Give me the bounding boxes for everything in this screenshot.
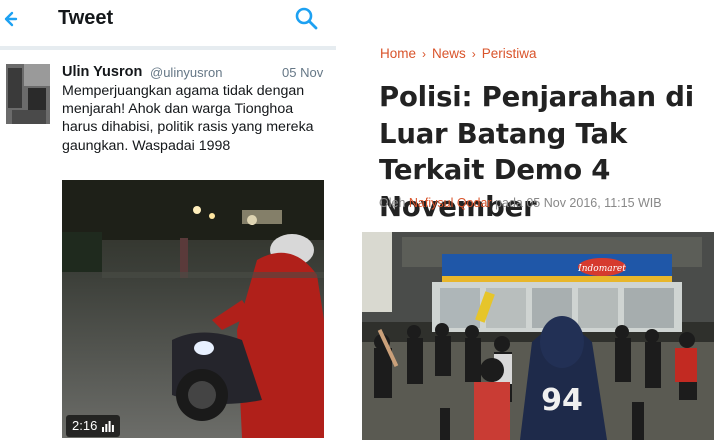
jersey-number: 94 — [541, 383, 583, 418]
article-photo[interactable]: Indomaret 94 — [362, 232, 714, 440]
store-sign-text: Indomaret — [577, 264, 626, 274]
article-panel: Home › News › Peristiwa Polisi: Penjarah… — [346, 0, 720, 443]
breadcrumb: Home › News › Peristiwa — [380, 46, 537, 61]
avatar[interactable] — [6, 64, 50, 124]
header-divider — [0, 46, 336, 50]
breadcrumb-peristiwa[interactable]: Peristiwa — [482, 46, 537, 61]
byline-author[interactable]: Nafiysul Qodar — [409, 196, 492, 210]
breadcrumb-home[interactable]: Home — [380, 46, 416, 61]
tweet-header: Tweet — [0, 0, 336, 44]
tweet-date: 05 Nov — [282, 65, 324, 80]
search-icon[interactable] — [294, 6, 318, 30]
video-bars-icon — [102, 420, 115, 432]
article-byline: Oleh Nafiysul Qodar pada 05 Nov 2016, 11… — [379, 196, 662, 210]
breadcrumb-news[interactable]: News — [432, 46, 466, 61]
breadcrumb-separator-icon: › — [422, 46, 427, 61]
byline-prefix: Oleh — [379, 196, 406, 210]
page-title: Tweet — [58, 7, 114, 29]
author-name[interactable]: Ulin Yusron — [62, 64, 142, 80]
video-duration: 2:16 — [66, 415, 121, 437]
tweet-text: Memperjuangkan agama tidak dengan menjar… — [62, 83, 314, 154]
author-handle[interactable]: @ulinyusron — [150, 65, 222, 80]
byline-date: pada 05 Nov 2016, 11:15 WIB — [495, 196, 662, 210]
article-top-bar — [346, 0, 720, 30]
back-arrow-icon[interactable] — [4, 10, 20, 28]
video-thumbnail[interactable] — [62, 180, 324, 438]
tweet-panel: Tweet Ulin Yusron @ulinyusron 05 Nov Mem… — [0, 0, 336, 443]
video-duration-label: 2:16 — [72, 418, 98, 433]
breadcrumb-separator-icon: › — [471, 46, 476, 61]
